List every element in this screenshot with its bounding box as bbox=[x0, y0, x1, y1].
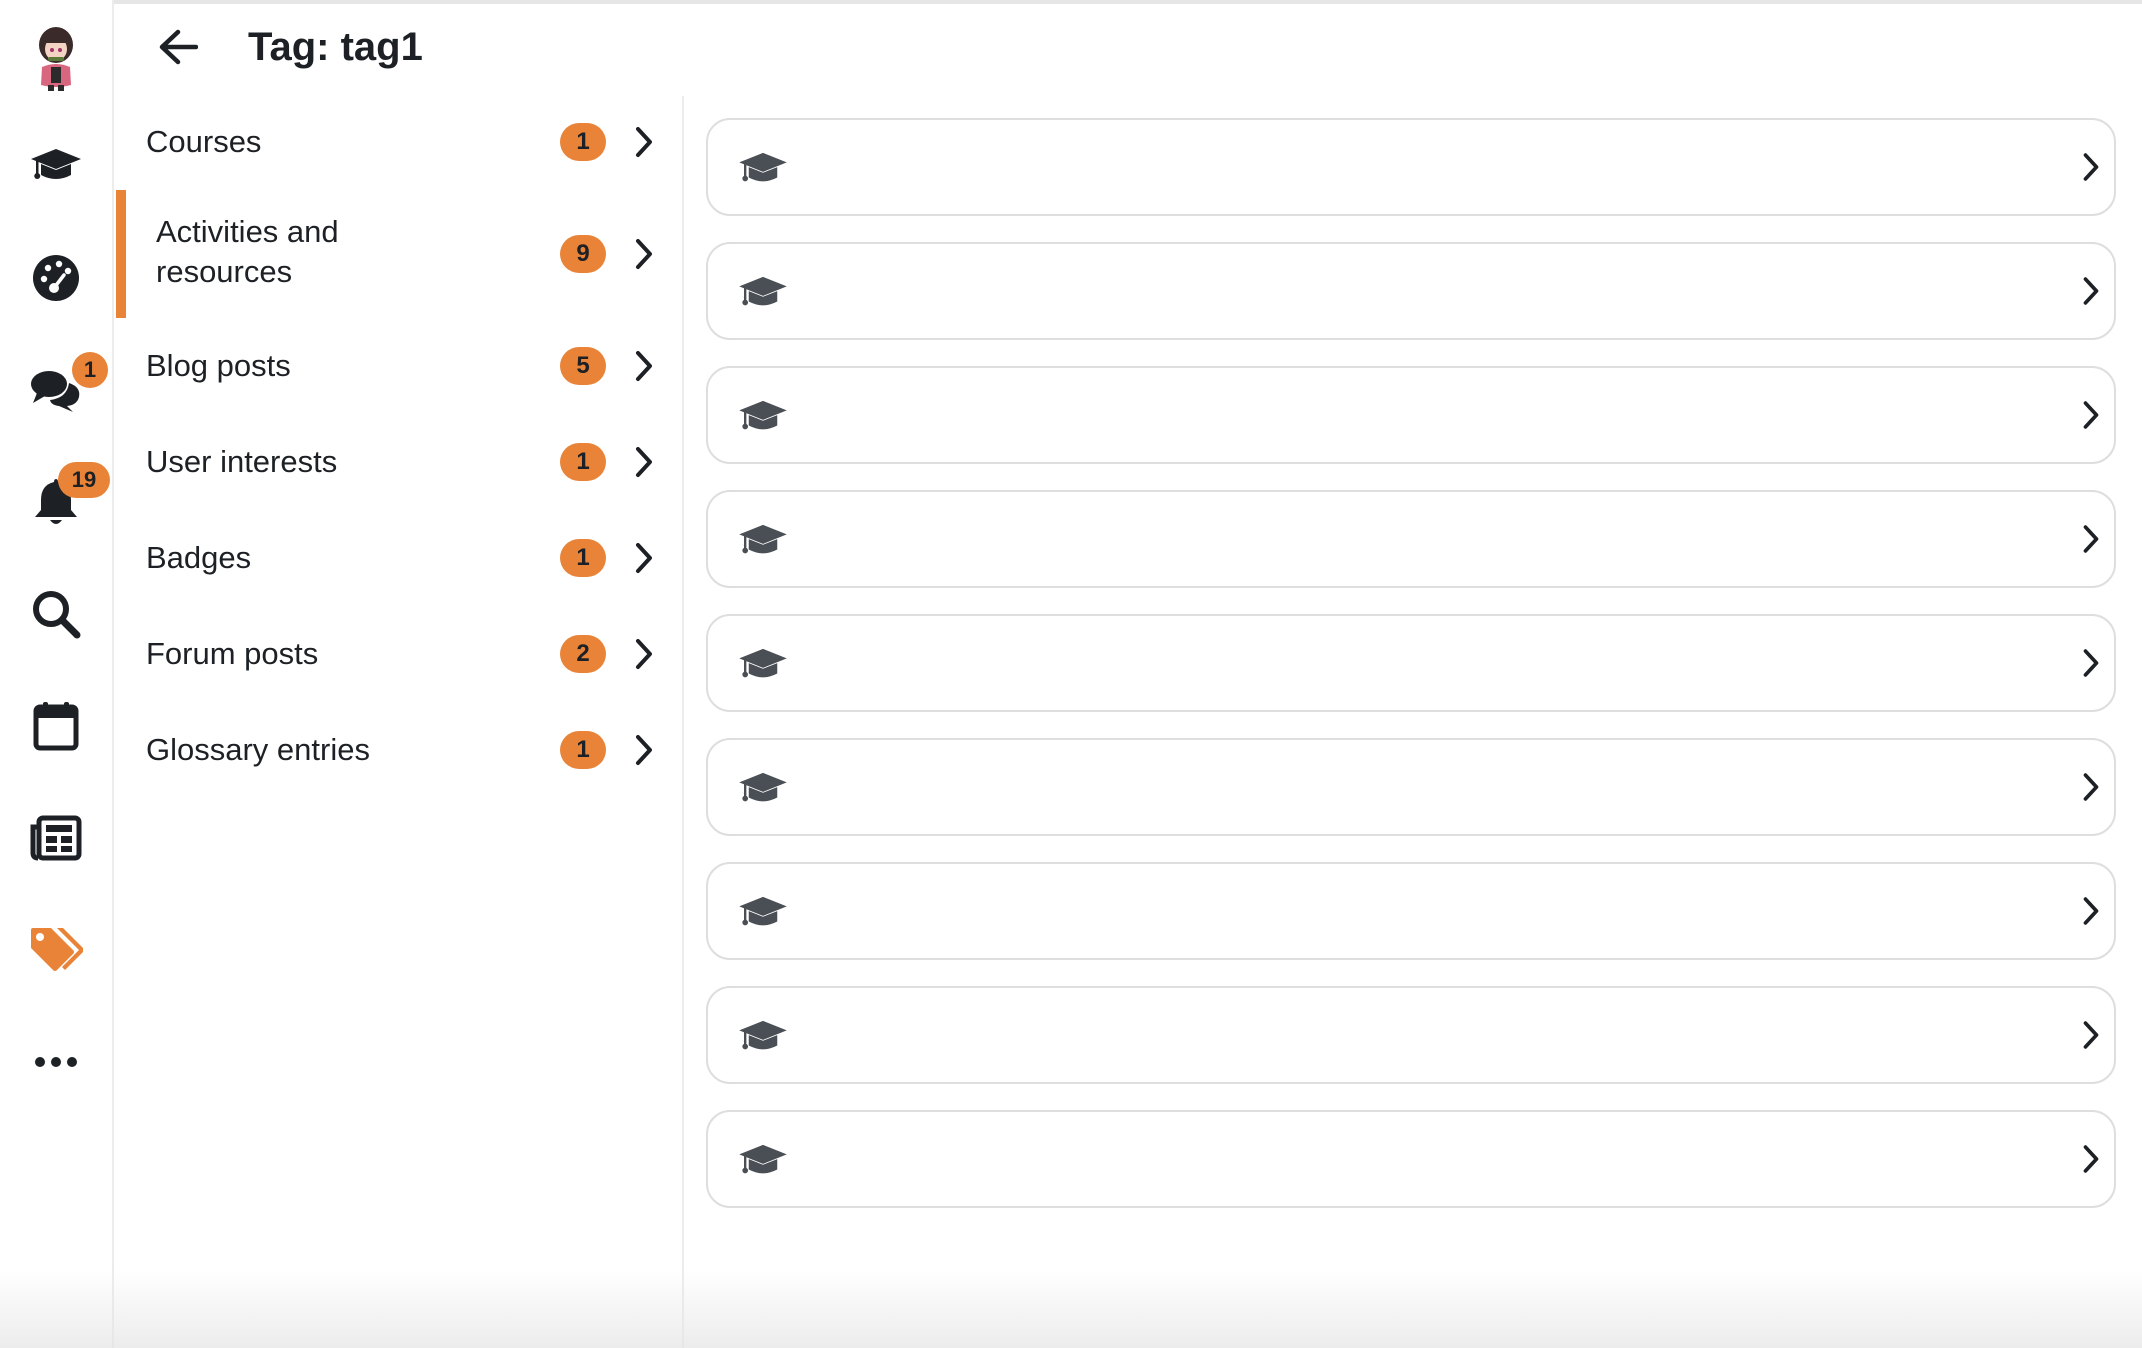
menu-item-activities-and-resources[interactable]: Activities and resources 9 bbox=[112, 190, 682, 318]
rail-calendar[interactable] bbox=[0, 676, 112, 776]
results-list bbox=[684, 96, 2142, 1348]
rail-tags[interactable] bbox=[0, 900, 112, 1000]
chevron-right-icon bbox=[636, 639, 652, 669]
rail-notifications[interactable]: 19 bbox=[0, 452, 112, 552]
chevron-right-icon bbox=[2080, 1142, 2102, 1181]
rail-news[interactable] bbox=[0, 788, 112, 888]
arrow-left-icon bbox=[159, 29, 198, 65]
graduation-cap-icon bbox=[738, 398, 788, 441]
chevron-right-icon bbox=[2080, 274, 2102, 313]
graduation-cap-icon bbox=[738, 1142, 788, 1185]
user-avatar-icon bbox=[39, 27, 73, 91]
chevron-right-icon bbox=[2080, 1018, 2102, 1057]
result-row[interactable] bbox=[706, 614, 2116, 712]
chevron-right-icon bbox=[2080, 398, 2102, 437]
menu-item-label: Blog posts bbox=[146, 348, 291, 383]
count-badge: 9 bbox=[560, 235, 606, 273]
result-row[interactable] bbox=[706, 366, 2116, 464]
menu-item-label: Badges bbox=[146, 540, 252, 575]
chevron-right-icon bbox=[2080, 150, 2102, 189]
rail-messages[interactable]: 1 bbox=[0, 340, 112, 440]
result-row[interactable] bbox=[706, 118, 2116, 216]
graduation-cap-icon bbox=[31, 149, 81, 179]
graduation-cap-icon bbox=[738, 770, 788, 813]
count-badge: 1 bbox=[560, 731, 606, 769]
tags-icon bbox=[31, 928, 83, 971]
menu-item-label: User interests bbox=[146, 444, 338, 479]
rail-courses[interactable] bbox=[0, 116, 112, 216]
chevron-right-icon bbox=[636, 543, 652, 573]
graduation-cap-icon bbox=[738, 894, 788, 937]
active-indicator bbox=[116, 190, 126, 318]
rail-dashboard[interactable] bbox=[0, 228, 112, 328]
avatar[interactable] bbox=[0, 8, 112, 108]
back-button[interactable] bbox=[146, 20, 210, 74]
count-badge: 5 bbox=[560, 347, 606, 385]
result-row[interactable] bbox=[706, 1110, 2116, 1208]
calendar-icon bbox=[33, 702, 79, 751]
page-header: Tag: tag1 bbox=[112, 0, 2142, 96]
main-nav-rail: 1 19 bbox=[0, 0, 114, 1348]
chevron-right-icon bbox=[2080, 894, 2102, 933]
rail-more[interactable] bbox=[0, 1012, 112, 1112]
menu-item-user-interests[interactable]: User interests 1 bbox=[112, 414, 682, 510]
chevron-right-icon bbox=[636, 735, 652, 765]
menu-item-badges[interactable]: Badges 1 bbox=[112, 510, 682, 606]
menu-item-label: Courses bbox=[146, 124, 262, 159]
graduation-cap-icon bbox=[738, 522, 788, 565]
chevron-right-icon bbox=[636, 127, 652, 157]
menu-item-blog-posts[interactable]: Blog posts 5 bbox=[112, 318, 682, 414]
notifications-badge: 19 bbox=[58, 462, 110, 498]
menu-item-glossary-entries[interactable]: Glossary entries 1 bbox=[112, 702, 682, 798]
search-icon bbox=[33, 591, 81, 639]
chevron-right-icon bbox=[636, 447, 652, 477]
chevron-right-icon bbox=[2080, 522, 2102, 561]
chevron-right-icon bbox=[2080, 646, 2102, 685]
dashboard-gauge-icon bbox=[33, 255, 79, 301]
chevron-right-icon bbox=[636, 239, 652, 269]
menu-item-label: Activities and resources bbox=[156, 214, 339, 289]
newspaper-icon bbox=[30, 815, 82, 861]
menu-item-label: Glossary entries bbox=[146, 732, 370, 767]
result-row[interactable] bbox=[706, 862, 2116, 960]
page-title: Tag: tag1 bbox=[248, 25, 423, 69]
result-row[interactable] bbox=[706, 242, 2116, 340]
tag-area-menu: Courses 1 Activities and resources 9 Blo… bbox=[112, 96, 684, 1348]
count-badge: 1 bbox=[560, 539, 606, 577]
graduation-cap-icon bbox=[738, 274, 788, 317]
chevron-right-icon bbox=[636, 351, 652, 381]
chevron-right-icon bbox=[2080, 770, 2102, 809]
graduation-cap-icon bbox=[738, 1018, 788, 1061]
result-row[interactable] bbox=[706, 490, 2116, 588]
count-badge: 1 bbox=[560, 443, 606, 481]
count-badge: 1 bbox=[560, 123, 606, 161]
count-badge: 2 bbox=[560, 635, 606, 673]
messages-badge: 1 bbox=[72, 352, 108, 388]
graduation-cap-icon bbox=[738, 150, 788, 193]
graduation-cap-icon bbox=[738, 646, 788, 689]
result-row[interactable] bbox=[706, 986, 2116, 1084]
result-row[interactable] bbox=[706, 738, 2116, 836]
menu-item-label: Forum posts bbox=[146, 636, 319, 671]
menu-item-courses[interactable]: Courses 1 bbox=[112, 96, 682, 188]
menu-item-forum-posts[interactable]: Forum posts 2 bbox=[112, 606, 682, 702]
rail-search[interactable] bbox=[0, 564, 112, 664]
ellipsis-icon bbox=[35, 1057, 77, 1067]
